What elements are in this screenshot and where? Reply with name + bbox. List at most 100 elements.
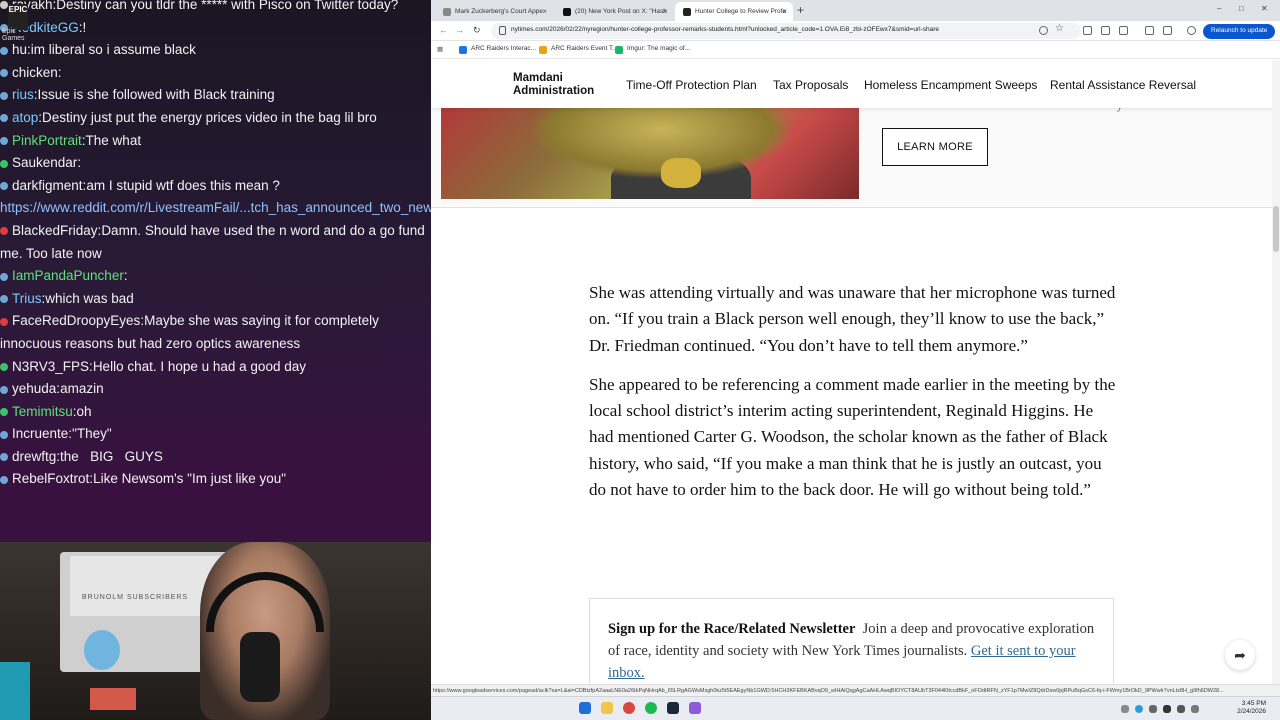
chat-message: darkfigment:am I stupid wtf does this me… bbox=[0, 175, 431, 198]
nav-link-tax-proposals[interactable]: Tax Proposals bbox=[773, 78, 848, 92]
chat-message: FaceRedDroopyEyes:Maybe she was saying i… bbox=[0, 313, 379, 351]
chat-badge-icon bbox=[0, 362, 8, 371]
maximize-button[interactable]: □ bbox=[1239, 4, 1244, 13]
nav-link-homeless-sweeps[interactable]: Homeless Encampment Sweeps bbox=[864, 78, 1037, 92]
puzzle-extensions-icon[interactable] bbox=[1119, 26, 1128, 35]
chat-message: hu:im liberal so i assume black bbox=[0, 39, 431, 62]
tab-close-icon[interactable]: × bbox=[782, 7, 787, 16]
url-text[interactable]: nytimes.com/2026/02/22/nyregion/hunter-c… bbox=[511, 26, 939, 33]
chat-message: yehuda:amazin bbox=[0, 378, 431, 401]
volume-icon[interactable] bbox=[1177, 705, 1185, 713]
spotify-icon[interactable] bbox=[645, 702, 657, 714]
bookmark-favicon-icon bbox=[459, 46, 467, 54]
chat-username[interactable]: darkfigment bbox=[12, 178, 83, 193]
chat-username[interactable]: IamPandaPuncher bbox=[12, 268, 124, 283]
tab-favicon-icon bbox=[443, 8, 451, 16]
chat-message: https://www.reddit.com/r/LivestreamFail/… bbox=[0, 197, 431, 220]
chat-text: im liberal so i assume black bbox=[30, 42, 196, 58]
reload-button[interactable]: ↻ bbox=[473, 25, 481, 36]
scrollbar-thumb[interactable] bbox=[1273, 206, 1279, 252]
clock-date: 2/24/2026 bbox=[1237, 708, 1266, 715]
steam-icon[interactable] bbox=[667, 702, 679, 714]
forward-button[interactable]: → bbox=[455, 25, 464, 35]
page-scrollbar[interactable] bbox=[1272, 60, 1280, 684]
chat-username[interactable]: RebelFoxtrot bbox=[12, 471, 89, 486]
tray-icon[interactable] bbox=[1149, 705, 1157, 713]
minimize-button[interactable]: – bbox=[1217, 4, 1221, 13]
new-tab-button[interactable]: + bbox=[797, 3, 804, 17]
chat-text: the BIG GUYS bbox=[60, 448, 163, 464]
chat-text: which was bad bbox=[45, 290, 134, 306]
tab-title: (20) New York Post on X: "Hash bbox=[575, 8, 667, 15]
chat-message: atop:Destiny just put the energy prices … bbox=[0, 107, 431, 130]
bookmark-imgur[interactable]: Imgur: The magic of... bbox=[615, 45, 691, 54]
relaunch-to-update-button[interactable]: Relaunch to update bbox=[1203, 24, 1275, 39]
chat-message: chicken: bbox=[0, 62, 431, 85]
chat-username[interactable]: drewftg bbox=[12, 449, 56, 464]
chat-badge-icon bbox=[0, 317, 8, 326]
chat-link[interactable]: https://www.reddit.com/r/LivestreamFail/… bbox=[0, 200, 431, 215]
tray-icon[interactable] bbox=[1135, 705, 1143, 713]
tab-hunter-college[interactable]: Hunter College to Review Profe × bbox=[675, 2, 793, 21]
tray-icon[interactable] bbox=[1163, 705, 1171, 713]
chrome-icon[interactable] bbox=[623, 702, 635, 714]
tab-close-icon[interactable]: × bbox=[662, 7, 667, 16]
bookmark-label: Imgur: The magic of... bbox=[627, 45, 691, 52]
apps-grid-icon[interactable]: ▦ bbox=[437, 45, 443, 53]
profile-avatar-icon[interactable] bbox=[1187, 26, 1196, 35]
file-explorer-icon[interactable] bbox=[601, 702, 613, 714]
chat-username[interactable]: Trius bbox=[12, 291, 42, 306]
chat-text: The what bbox=[85, 132, 142, 148]
chat-badge-icon bbox=[0, 227, 8, 236]
tab-close-icon[interactable]: × bbox=[542, 7, 547, 16]
network-icon[interactable] bbox=[1191, 705, 1199, 713]
back-button[interactable]: ← bbox=[439, 25, 448, 35]
sidepanel-icon[interactable] bbox=[1145, 26, 1154, 35]
tab-title: Mark Zuckerberg's Court Appe bbox=[455, 8, 543, 15]
chat-message: Trius:which was bad bbox=[0, 288, 431, 311]
browser-toolbar: ← → ↻ nytimes.com/2026/02/22/nyregion/hu… bbox=[431, 21, 1280, 41]
search-page-icon[interactable] bbox=[1039, 26, 1048, 35]
bookmark-arc-raiders-interactive[interactable]: ARC Raiders Interac... bbox=[459, 45, 536, 54]
chat-username[interactable]: Temimitsu bbox=[12, 404, 73, 419]
extension-icon[interactable] bbox=[1083, 26, 1092, 35]
site-info-icon[interactable] bbox=[499, 26, 506, 35]
chat-username[interactable]: Saukendar bbox=[12, 155, 77, 170]
chat-username[interactable]: BlackedFriday bbox=[12, 223, 98, 238]
close-window-button[interactable]: ✕ bbox=[1261, 4, 1268, 13]
system-clock[interactable]: 3:45 PM 2/24/2026 bbox=[1237, 700, 1266, 716]
chat-username[interactable]: N3RV3_FPS bbox=[12, 359, 89, 374]
obs-icon[interactable] bbox=[689, 702, 701, 714]
tab-zuckerberg[interactable]: Mark Zuckerberg's Court Appe × bbox=[435, 2, 553, 21]
share-icon[interactable]: ➦ bbox=[1225, 640, 1255, 670]
section-title[interactable]: Mamdani Administration bbox=[513, 72, 613, 98]
tab-nypost[interactable]: (20) New York Post on X: "Hash × bbox=[555, 2, 673, 21]
nav-link-rental-assistance[interactable]: Rental Assistance Reversal bbox=[1050, 78, 1196, 92]
chat-text: amazin bbox=[60, 381, 104, 397]
status-bar-url: https://www.googleadservices.com/pagead/… bbox=[431, 684, 1280, 696]
download-icon[interactable] bbox=[1163, 26, 1172, 35]
learn-more-button[interactable]: LEARN MORE bbox=[882, 128, 988, 166]
bookmarks-bar: ▦ ARC Raiders Interac... ARC Raiders Eve… bbox=[431, 41, 1280, 59]
webcam-plant bbox=[0, 662, 30, 720]
tray-icon[interactable] bbox=[1121, 705, 1129, 713]
tab-title: Hunter College to Review Profe bbox=[695, 8, 787, 15]
bookmark-label: ARC Raiders Event T... bbox=[551, 45, 618, 52]
chat-username[interactable]: FaceRedDroopyEyes bbox=[12, 313, 140, 328]
bookmark-star-icon[interactable]: ☆ bbox=[1055, 23, 1064, 34]
promo-image bbox=[441, 108, 859, 199]
chat-username[interactable]: yehuda bbox=[12, 381, 56, 396]
web-page: Mamdani Administration Time-Off Protecti… bbox=[431, 60, 1272, 684]
screenshot-icon[interactable] bbox=[1101, 26, 1110, 35]
address-bar[interactable]: nytimes.com/2026/02/22/nyregion/hunter-c… bbox=[491, 23, 1081, 39]
bookmark-arc-raiders-event[interactable]: ARC Raiders Event T... bbox=[539, 45, 618, 54]
chat-badge-icon bbox=[0, 430, 8, 439]
chat-message: IamPandaPuncher: bbox=[0, 265, 431, 288]
promo-iguana-foot bbox=[661, 158, 701, 188]
chat-username[interactable]: Incruente bbox=[12, 426, 68, 441]
article-body: She was attending virtually and was unaw… bbox=[589, 280, 1117, 516]
chat-text: oh bbox=[76, 403, 92, 419]
chat-text: am I stupid wtf does this mean ? bbox=[86, 177, 280, 193]
nav-link-time-off[interactable]: Time-Off Protection Plan bbox=[626, 78, 757, 92]
start-menu-icon[interactable] bbox=[579, 702, 591, 714]
